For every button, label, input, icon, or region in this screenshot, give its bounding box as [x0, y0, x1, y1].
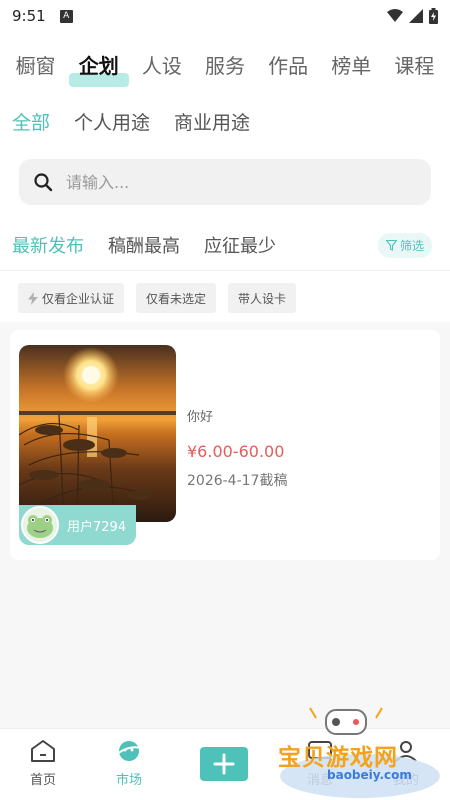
divider: [0, 270, 450, 271]
search-input[interactable]: [66, 172, 386, 192]
chip-with-persona-card[interactable]: 带人设卡: [228, 283, 297, 313]
planet-icon: [116, 741, 142, 761]
watermark: 宝贝游戏网 baobeiy.com: [270, 700, 446, 800]
watermark-text: 宝贝游戏网: [278, 745, 398, 771]
tab-services[interactable]: 服务: [203, 50, 247, 79]
tab-all[interactable]: 全部: [12, 108, 50, 135]
notification-icon: A: [59, 9, 73, 23]
status-bar: 9:51 A: [0, 0, 450, 32]
tab-commercial-use[interactable]: 商业用途: [174, 108, 250, 135]
filter-button[interactable]: 筛选: [377, 232, 432, 258]
chip-label: 仅看企业认证: [42, 291, 115, 306]
tab-planning[interactable]: 企划: [68, 50, 129, 87]
nav-market[interactable]: 市场: [99, 739, 159, 788]
status-time: 9:51: [12, 7, 46, 25]
chip-enterprise-verified[interactable]: 仅看企业认证: [18, 283, 125, 313]
category-tabs: 橱窗 企划 人设 服务 作品 榜单 课程: [0, 42, 450, 87]
publisher-name: 用户7294: [67, 519, 127, 535]
sunset-image: [19, 345, 176, 522]
sort-fewest-applicants[interactable]: 应征最少: [204, 232, 276, 258]
search-bar[interactable]: [19, 159, 431, 205]
tab-works[interactable]: 作品: [266, 50, 310, 79]
project-thumbnail: [19, 345, 176, 522]
frog-avatar-icon: [27, 515, 53, 538]
tab-showcase[interactable]: 橱窗: [14, 50, 58, 79]
sort-tabs: 最新发布 稿酬最高 应征最少 筛选: [12, 230, 432, 260]
filter-chips: 仅看企业认证 仅看未选定 带人设卡: [18, 283, 297, 313]
project-card[interactable]: 用户7294 你好 ¥6.00-60.00 2026-4-17截稿: [10, 330, 440, 560]
filter-label: 筛选: [399, 238, 424, 253]
chip-unselected-only[interactable]: 仅看未选定: [136, 283, 217, 313]
lightning-icon: [28, 291, 38, 305]
nav-market-label: 市场: [115, 773, 142, 788]
watermark-url: baobeiy.com: [327, 768, 412, 782]
chip-label: 带人设卡: [238, 291, 287, 306]
chip-label: 仅看未选定: [146, 291, 207, 306]
tab-persona[interactable]: 人设: [140, 50, 184, 79]
status-icons: [387, 8, 438, 24]
avatar: [21, 506, 59, 544]
battery-icon: [429, 8, 438, 24]
home-icon: [31, 740, 55, 762]
plus-icon: [213, 753, 235, 775]
usage-tabs: 全部 个人用途 商业用途: [12, 108, 250, 135]
project-list: 用户7294 你好 ¥6.00-60.00 2026-4-17截稿: [0, 322, 450, 728]
tab-rankings[interactable]: 榜单: [329, 50, 373, 79]
sort-latest[interactable]: 最新发布: [12, 232, 84, 258]
project-title: 你好: [187, 410, 214, 425]
project-deadline: 2026-4-17截稿: [187, 473, 288, 489]
nav-home[interactable]: 首页: [13, 739, 73, 788]
filter-icon: [385, 239, 397, 251]
publisher-tag[interactable]: 用户7294: [19, 505, 136, 545]
signal-icon: [409, 9, 423, 23]
project-price: ¥6.00-60.00: [187, 442, 285, 461]
search-icon: [34, 173, 53, 192]
publish-button[interactable]: [200, 747, 248, 781]
tab-courses[interactable]: 课程: [392, 50, 436, 79]
tab-personal-use[interactable]: 个人用途: [74, 108, 150, 135]
nav-home-label: 首页: [29, 773, 56, 788]
sort-highest-pay[interactable]: 稿酬最高: [108, 232, 180, 258]
wifi-icon: [387, 9, 403, 22]
